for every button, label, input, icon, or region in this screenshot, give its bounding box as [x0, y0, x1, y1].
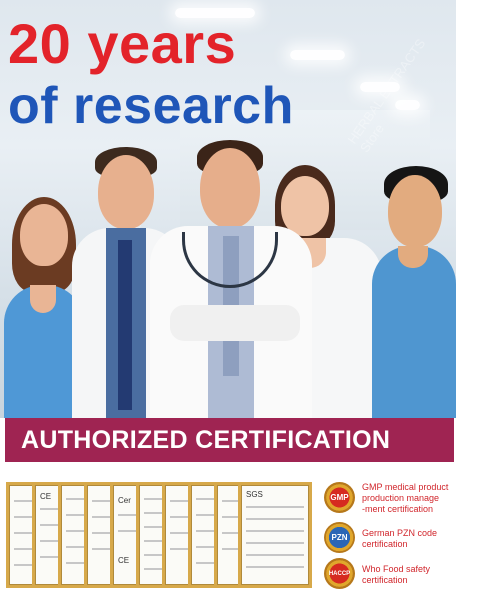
badge-text: GMP medical product production manage -m…: [362, 482, 449, 514]
certification-banner: AUTHORIZED CERTIFICATION: [5, 418, 454, 462]
badge-text: German PZN code certification: [362, 528, 438, 549]
pzn-seal-icon: PZN: [324, 522, 355, 553]
badge-pzn: PZN German PZN code certification: [322, 522, 472, 558]
ceiling-light: [290, 50, 345, 60]
banner-title: AUTHORIZED CERTIFICATION: [21, 425, 391, 454]
haccp-seal-icon: HACCP: [324, 558, 355, 589]
hero-image: HERBAL EXTRACTS Store HERBAL EXTRACTS St…: [0, 0, 456, 418]
badge-haccp: HACCP Who Food safety certification: [322, 558, 472, 594]
headline-line-1: 20 years: [8, 12, 237, 75]
certificate-document: SGS: [238, 482, 312, 588]
badge-gmp: GMP GMP medical product production manag…: [322, 482, 472, 518]
certification-badges: GMP GMP medical product production manag…: [322, 480, 472, 592]
gmp-seal-icon: GMP: [324, 482, 355, 513]
headline-line-2: of research: [8, 77, 294, 135]
certificate-strip: CE Cer CE SGS: [6, 482, 314, 590]
badge-text: Who Food safety certification: [362, 564, 431, 585]
